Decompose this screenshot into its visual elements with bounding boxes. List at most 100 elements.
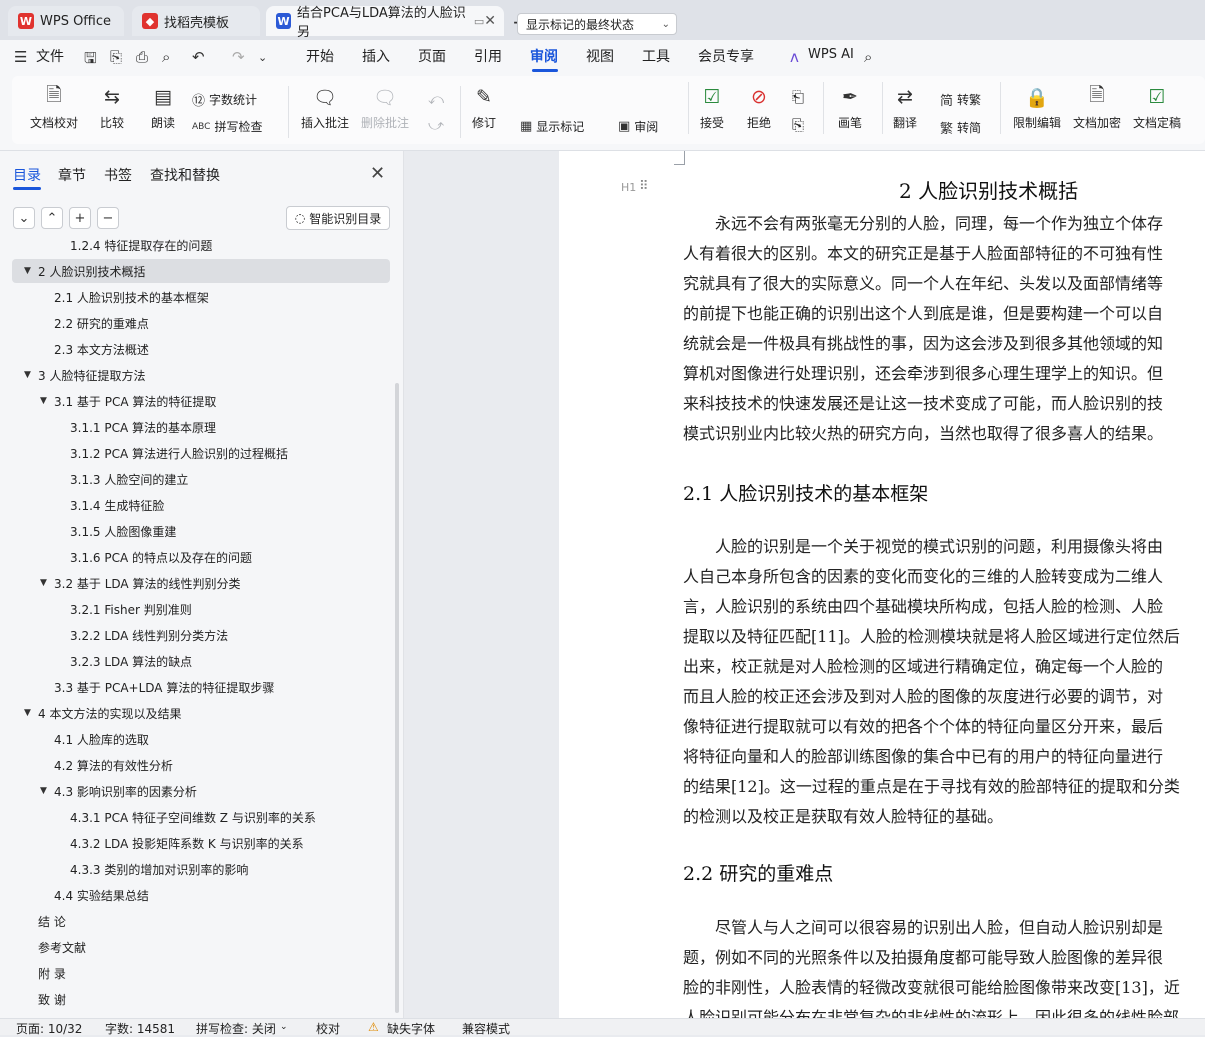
toc-item[interactable]: 1.2.4 特征提取存在的问题 [12, 237, 390, 257]
spell-check-button[interactable]: ABC 拼写检查 [192, 118, 262, 135]
tab-wps-office[interactable]: W WPS Office [8, 6, 124, 36]
toc-item[interactable]: 2.2 研究的重难点 [12, 311, 390, 335]
print-preview-icon[interactable]: ⌕ [162, 48, 170, 66]
window-icon[interactable]: ▭ [474, 15, 484, 28]
quick-access-more-icon[interactable]: ⌄ [258, 51, 267, 64]
expand-caret-icon[interactable]: ▼ [40, 786, 47, 796]
accept-button[interactable]: ☑ 接受 [700, 84, 724, 131]
remove-heading-icon[interactable]: − [97, 207, 119, 229]
prev-comment-icon[interactable]: ⤺ [428, 90, 444, 108]
add-heading-icon[interactable]: + [69, 207, 91, 229]
next-comment-icon[interactable]: ⤻ [428, 116, 444, 134]
menu-reference[interactable]: 引用 [474, 46, 502, 66]
proofread-status[interactable]: 校对 [316, 1020, 340, 1037]
review-pane-button[interactable]: ▣ 审阅 [618, 118, 658, 135]
close-tab-icon[interactable]: ✕ [484, 13, 496, 29]
smart-toc-button[interactable]: ◌ 智能识别目录 [286, 206, 390, 230]
save-icon[interactable]: 🖫 [84, 48, 97, 73]
reject-button[interactable]: ⊘ 拒绝 [747, 84, 771, 131]
page-indicator[interactable]: 页面: 10/32 [16, 1020, 82, 1037]
toc-item[interactable]: 3.2.2 LDA 线性判别分类方法 [12, 623, 390, 647]
wps-ai-button[interactable]: WPS AI [808, 47, 854, 62]
insert-comment-button[interactable]: 🗨 插入批注 [301, 84, 349, 131]
file-menu[interactable]: 文件 [36, 46, 64, 66]
chevron-down-icon[interactable]: ⌄ [280, 1022, 288, 1032]
toc-item[interactable]: 3.2.1 Fisher 判别准则 [12, 597, 390, 621]
toc-item[interactable]: ▼ 4 本文方法的实现以及结果 [12, 701, 390, 725]
show-markup-button[interactable]: ▦ 显示标记 [520, 118, 584, 135]
doc-check-button[interactable]: 🗎 文档校对 [30, 84, 78, 131]
toc-item[interactable]: 2.1 人脸识别技术的基本框架 [12, 285, 390, 309]
menu-review[interactable]: 审阅 [530, 46, 558, 66]
toc-item[interactable]: 3.2.3 LDA 算法的缺点 [12, 649, 390, 673]
to-traditional-button[interactable]: 简 转繁 [940, 90, 981, 109]
tab-docer-templates[interactable]: ◆ 找稻壳模板 [132, 6, 260, 36]
missing-font-status[interactable]: 缺失字体 [387, 1020, 435, 1037]
toc-item[interactable]: 参考文献 [12, 935, 390, 959]
export-icon[interactable]: ⎘ [110, 48, 122, 66]
scrollbar[interactable] [395, 383, 399, 1013]
menu-tools[interactable]: 工具 [642, 46, 670, 66]
toc-item[interactable]: ▼ 4.3 影响识别率的因素分析 [12, 779, 390, 803]
next-change-icon[interactable]: ⎘ [792, 116, 804, 134]
toc-item[interactable]: 4.3.3 类别的增加对识别率的影响 [12, 857, 390, 881]
to-simplified-button[interactable]: 繁 转简 [940, 118, 981, 137]
toc-item[interactable]: 结 论 [12, 909, 390, 933]
spell-check-status[interactable]: 拼写检查: 关闭 [196, 1020, 276, 1037]
word-count-button[interactable]: ⑫ 字数统计 [192, 90, 257, 109]
expand-caret-icon[interactable]: ▼ [24, 708, 31, 718]
markup-display-select[interactable]: 显示标记的最终状态 ⌄ [517, 13, 677, 35]
menu-start[interactable]: 开始 [306, 46, 334, 66]
doc-encrypt-button[interactable]: 🗎 文档加密 [1073, 84, 1121, 131]
toc-item[interactable]: 4.3.2 LDA 投影矩阵系数 K 与识别率的关系 [12, 831, 390, 855]
toc-item[interactable]: 4.1 人脸库的选取 [12, 727, 390, 751]
track-changes-button[interactable]: ✎ 修订 [472, 84, 496, 131]
toc-item[interactable]: 3.1.3 人脸空间的建立 [12, 467, 390, 491]
toc-item[interactable]: 3.1.2 PCA 算法进行人脸识别的过程概括 [12, 441, 390, 465]
delete-comment-button[interactable]: 🗨 删除批注 [361, 84, 409, 131]
toc-item[interactable]: 3.1.1 PCA 算法的基本原理 [12, 415, 390, 439]
nav-tab-sections[interactable]: 章节 [58, 165, 86, 185]
toc-item[interactable]: 3.1.5 人脸图像重建 [12, 519, 390, 543]
collapse-down-icon[interactable]: ⌄ [13, 207, 35, 229]
toc-item[interactable]: 4.3.1 PCA 特征子空间维数 Z 与识别率的关系 [12, 805, 390, 829]
expand-caret-icon[interactable]: ▼ [40, 396, 47, 406]
toc-item[interactable]: 3.3 基于 PCA+LDA 算法的特征提取步骤 [12, 675, 390, 699]
expand-caret-icon[interactable]: ▼ [40, 578, 47, 588]
restrict-edit-button[interactable]: 🔒 限制编辑 [1013, 84, 1061, 131]
toc-item[interactable]: ▼ 3.1 基于 PCA 算法的特征提取 [12, 389, 390, 413]
toc-item[interactable]: 4.4 实验结果总结 [12, 883, 390, 907]
print-icon[interactable]: ⎙ [136, 48, 148, 66]
nav-tab-bookmarks[interactable]: 书签 [104, 165, 132, 185]
toc-item[interactable]: 3.1.6 PCA 的特点以及存在的问题 [12, 545, 390, 569]
hamburger-menu-icon[interactable]: ☰ [14, 48, 27, 66]
menu-member[interactable]: 会员专享 [698, 46, 754, 66]
doc-finalize-button[interactable]: ☑ 文档定稿 [1133, 84, 1181, 131]
compat-mode-status[interactable]: 兼容模式 [462, 1020, 510, 1037]
translate-button[interactable]: ⇄ 翻译 [893, 84, 917, 131]
toc-item[interactable]: ▼ 2 人脸识别技术概括 [12, 259, 390, 283]
menu-insert[interactable]: 插入 [362, 46, 390, 66]
expand-caret-icon[interactable]: ▼ [24, 266, 31, 276]
toc-item[interactable]: 2.3 本文方法概述 [12, 337, 390, 361]
prev-change-icon[interactable]: ⎗ [792, 88, 804, 106]
undo-icon[interactable]: ↶ [192, 48, 205, 66]
search-icon[interactable]: ⌕ [864, 48, 872, 66]
toc-item[interactable]: 3.1.4 生成特征脸 [12, 493, 390, 517]
close-icon[interactable]: ✕ [370, 163, 385, 184]
toc-item[interactable]: ▼ 3 人脸特征提取方法 [12, 363, 390, 387]
collapse-up-icon[interactable]: ⌃ [41, 207, 63, 229]
tab-document[interactable]: W 结合PCA与LDA算法的人脸识另 ▭ ✕ [266, 6, 504, 40]
nav-tab-toc[interactable]: 目录 [13, 165, 41, 185]
word-count-indicator[interactable]: 字数: 14581 [105, 1020, 175, 1037]
menu-page[interactable]: 页面 [418, 46, 446, 66]
toc-item[interactable]: 附 录 [12, 961, 390, 985]
compare-button[interactable]: ⇆ 比较 [100, 84, 124, 131]
menu-view[interactable]: 视图 [586, 46, 614, 66]
redo-icon[interactable]: ↷ [232, 48, 245, 66]
expand-caret-icon[interactable]: ▼ [24, 370, 31, 380]
drag-handle-icon[interactable]: ⠿ [639, 179, 648, 194]
toc-item[interactable]: 致 谢 [12, 987, 390, 1011]
toc-item[interactable]: 4.2 算法的有效性分析 [12, 753, 390, 777]
nav-tab-find-replace[interactable]: 查找和替换 [150, 165, 220, 185]
